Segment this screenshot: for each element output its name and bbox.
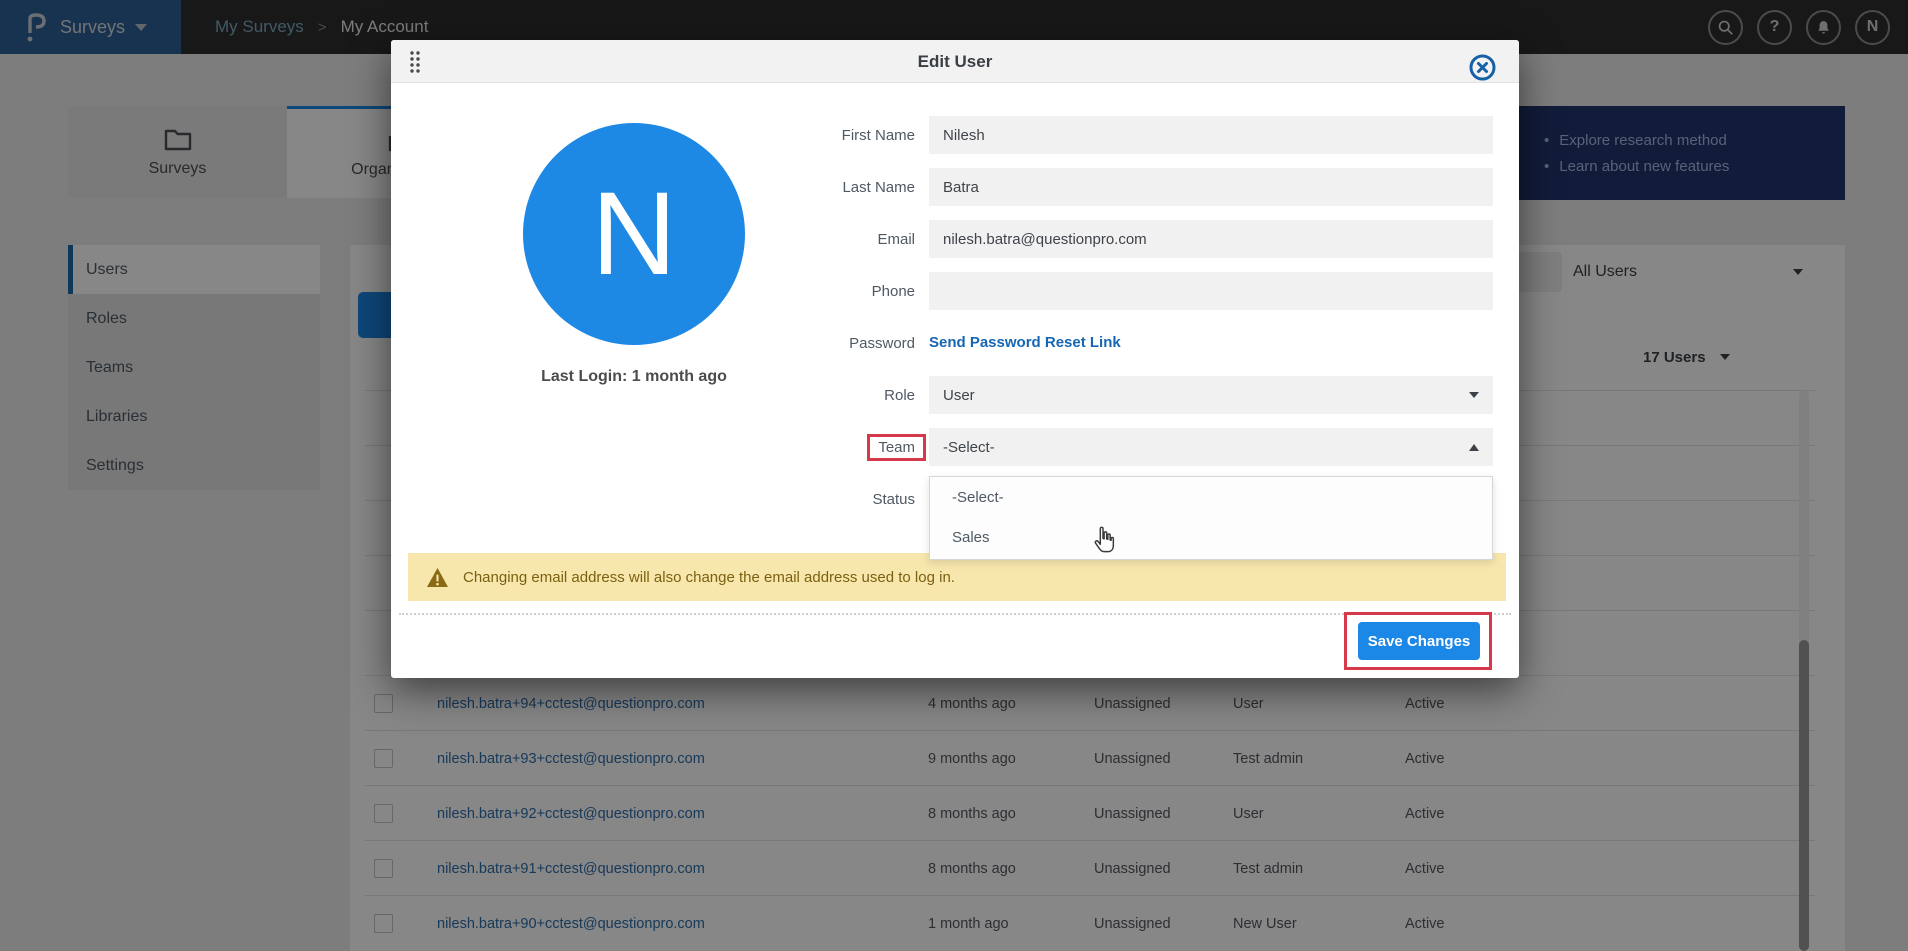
warning-icon: [426, 567, 449, 588]
team-dropdown-menu: -Select- Sales: [929, 476, 1493, 560]
status-label: Status: [771, 491, 915, 508]
team-option-sales[interactable]: Sales: [930, 517, 1492, 557]
team-select[interactable]: -Select-: [929, 428, 1493, 466]
first-name-label: First Name: [771, 127, 915, 144]
password-label: Password: [771, 335, 915, 352]
team-option-select[interactable]: -Select-: [930, 477, 1492, 517]
modal-header: Edit User: [391, 40, 1519, 83]
close-button[interactable]: [1468, 53, 1497, 82]
modal-title: Edit User: [391, 40, 1519, 83]
mouse-pointer-icon: [1091, 526, 1117, 558]
edit-user-form: First Name Last Name Email Phone Passwor…: [771, 116, 1493, 532]
save-changes-button[interactable]: Save Changes: [1358, 622, 1480, 660]
password-row: Password Send Password Reset Link: [771, 324, 1493, 362]
app-root: Surveys My Surveys > My Account ? N Surv…: [0, 0, 1908, 951]
phone-label: Phone: [771, 283, 915, 300]
last-name-label: Last Name: [771, 179, 915, 196]
email-field[interactable]: [929, 220, 1493, 258]
team-label-annotation: Team: [867, 434, 926, 461]
role-select[interactable]: User: [929, 376, 1493, 414]
last-name-row: Last Name: [771, 168, 1493, 206]
last-login-text: Last Login: 1 month ago: [484, 368, 784, 386]
role-label: Role: [771, 387, 915, 404]
role-row: Role User: [771, 376, 1493, 414]
chevron-up-icon: [1469, 444, 1479, 451]
chevron-down-icon: [1469, 392, 1479, 398]
user-avatar: N: [523, 123, 745, 345]
last-name-field[interactable]: [929, 168, 1493, 206]
email-row: Email: [771, 220, 1493, 258]
role-value: User: [943, 387, 975, 404]
phone-row: Phone: [771, 272, 1493, 310]
edit-user-modal: Edit User N Last Login: 1 month ago Firs…: [391, 40, 1519, 678]
avatar-initial: N: [591, 166, 676, 302]
team-row: Team -Select-: [771, 428, 1493, 466]
close-icon: [1468, 53, 1497, 82]
email-label: Email: [771, 231, 915, 248]
send-password-reset-link[interactable]: Send Password Reset Link: [929, 334, 1121, 351]
team-label-wrap: Team: [771, 434, 915, 461]
warning-banner: Changing email address will also change …: [408, 553, 1506, 601]
phone-field[interactable]: [929, 272, 1493, 310]
first-name-field[interactable]: [929, 116, 1493, 154]
first-name-row: First Name: [771, 116, 1493, 154]
warning-text: Changing email address will also change …: [463, 569, 955, 586]
team-value: -Select-: [943, 439, 995, 456]
